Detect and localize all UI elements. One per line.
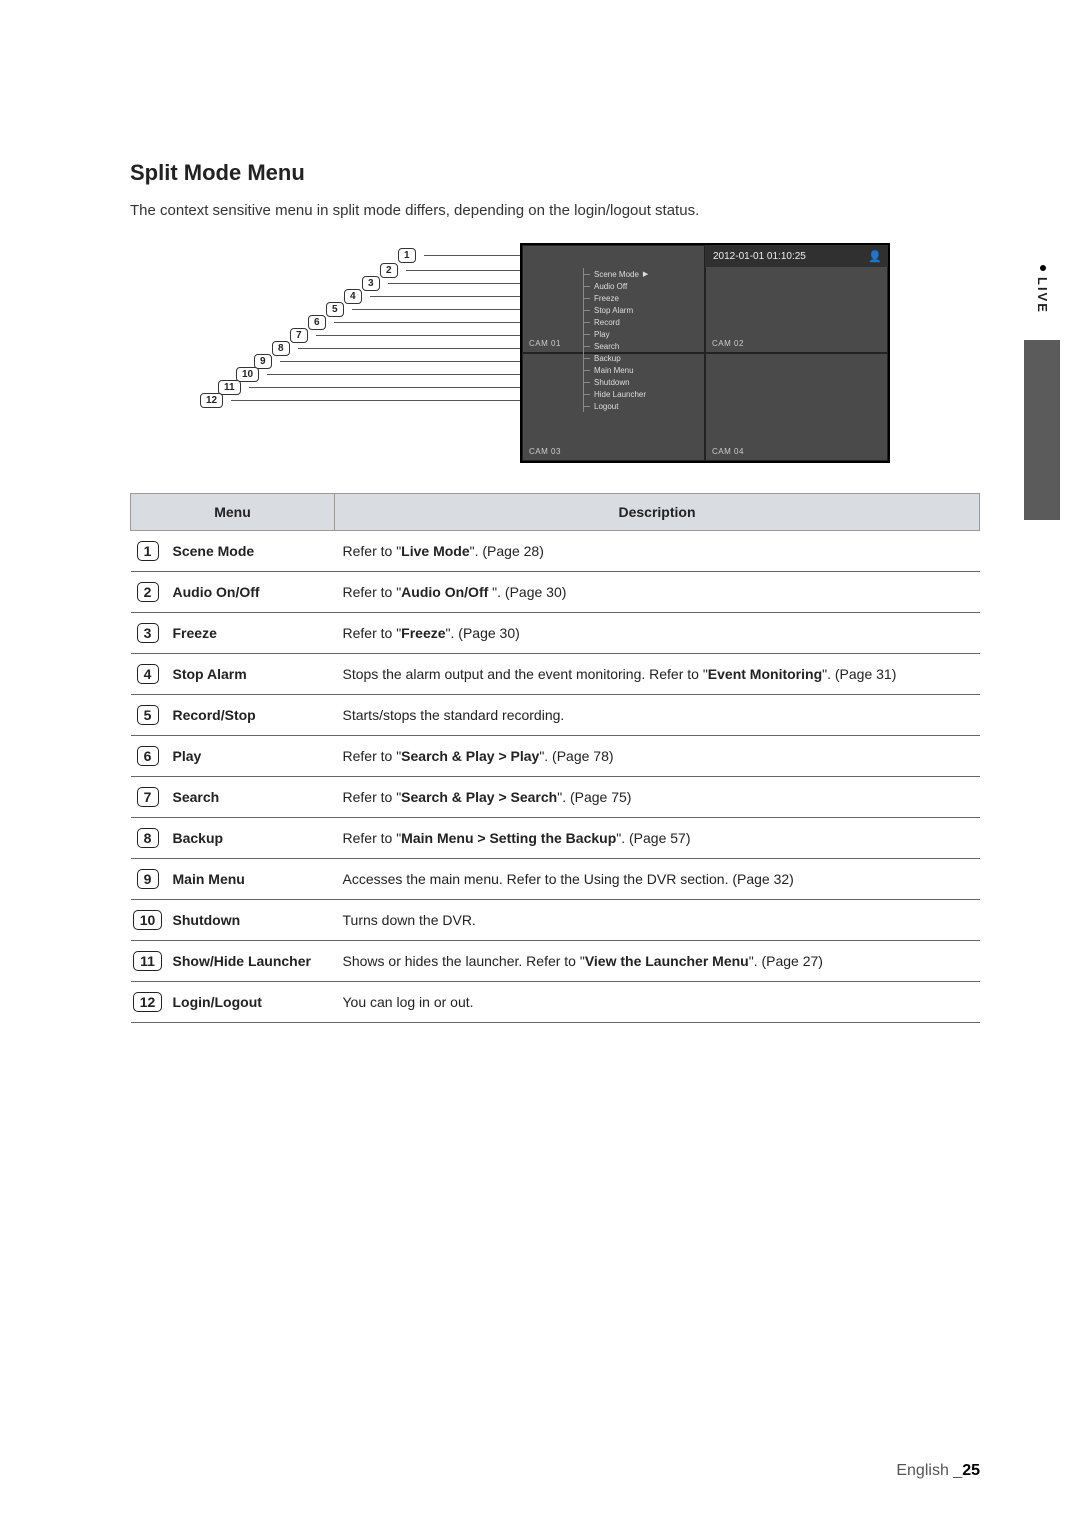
row-number-badge: 4 (137, 664, 159, 684)
table-row: 9 Main MenuAccesses the main menu. Refer … (131, 859, 980, 900)
ctx-hide-launcher: Hide Launcher (583, 388, 648, 400)
menu-description: Refer to "Search & Play > Play". (Page 7… (335, 736, 980, 777)
th-menu: Menu (131, 494, 335, 531)
row-number-badge: 5 (137, 705, 159, 725)
menu-description-table: Menu Description 1 Scene ModeRefer to "Li… (130, 493, 980, 1023)
ctx-logout: Logout (583, 400, 648, 412)
row-number-badge: 11 (133, 951, 162, 971)
footer-language: English (896, 1462, 948, 1479)
row-number-cell: 8 (131, 818, 165, 859)
menu-name: Freeze (165, 613, 335, 654)
menu-description: Stops the alarm output and the event mon… (335, 654, 980, 695)
menu-description: Turns down the DVR. (335, 900, 980, 941)
user-icon: 👤 (868, 250, 880, 262)
page-footer: English _25 (896, 1462, 980, 1480)
table-row: 8 BackupRefer to "Main Menu > Setting the… (131, 818, 980, 859)
menu-name: Shutdown (165, 900, 335, 941)
callout-area: 1 2 3 4 5 6 7 8 9 10 11 12 (220, 243, 520, 463)
table-row: 11Show/Hide LauncherShows or hides the l… (131, 941, 980, 982)
table-row: 4 Stop AlarmStops the alarm output and th… (131, 654, 980, 695)
menu-description: You can log in or out. (335, 982, 980, 1023)
section-tab-label: LIVE (1035, 277, 1050, 314)
menu-name: Show/Hide Launcher (165, 941, 335, 982)
table-row: 12Login/LogoutYou can log in or out. (131, 982, 980, 1023)
menu-description: Refer to "Search & Play > Search". (Page… (335, 777, 980, 818)
callout-1: 1 (398, 248, 416, 263)
row-number-badge: 9 (137, 869, 159, 889)
menu-description: Refer to "Main Menu > Setting the Backup… (335, 818, 980, 859)
table-row: 6 PlayRefer to "Search & Play > Play". (P… (131, 736, 980, 777)
table-row: 2 Audio On/OffRefer to "Audio On/Off ". (… (131, 572, 980, 613)
menu-description: Refer to "Freeze". (Page 30) (335, 613, 980, 654)
context-menu: Scene Mode ▶ Audio Off Freeze Stop Alarm… (583, 268, 648, 412)
row-number-cell: 9 (131, 859, 165, 900)
menu-name: Backup (165, 818, 335, 859)
table-row: 5 Record/StopStarts/stops the standard re… (131, 695, 980, 736)
menu-name: Audio On/Off (165, 572, 335, 613)
ctx-backup: Backup (583, 352, 648, 364)
row-number-cell: 4 (131, 654, 165, 695)
bullet-icon (1040, 265, 1046, 271)
menu-name: Main Menu (165, 859, 335, 900)
menu-name: Record/Stop (165, 695, 335, 736)
ctx-search: Search (583, 340, 648, 352)
row-number-badge: 7 (137, 787, 159, 807)
table-row: 3 FreezeRefer to "Freeze". (Page 30) (131, 613, 980, 654)
ctx-freeze: Freeze (583, 292, 648, 304)
page-number: 25 (962, 1462, 980, 1479)
table-row: 10ShutdownTurns down the DVR. (131, 900, 980, 941)
row-number-cell: 11 (131, 941, 165, 982)
menu-name: Search (165, 777, 335, 818)
menu-description: Starts/stops the standard recording. (335, 695, 980, 736)
row-number-cell: 2 (131, 572, 165, 613)
menu-name: Scene Mode (165, 531, 335, 572)
row-number-cell: 6 (131, 736, 165, 777)
menu-description: Shows or hides the launcher. Refer to "V… (335, 941, 980, 982)
table-row: 1 Scene ModeRefer to "Live Mode". (Page 2… (131, 531, 980, 572)
section-heading: Split Mode Menu (130, 160, 980, 186)
ctx-play: Play (583, 328, 648, 340)
menu-description: Accesses the main menu. Refer to the Usi… (335, 859, 980, 900)
row-number-badge: 12 (133, 992, 163, 1012)
row-number-badge: 3 (137, 623, 159, 643)
ctx-audio-off: Audio Off (583, 280, 648, 292)
row-number-cell: 10 (131, 900, 165, 941)
row-number-badge: 2 (137, 582, 159, 602)
ctx-main-menu: Main Menu (583, 364, 648, 376)
row-number-cell: 1 (131, 531, 165, 572)
row-number-cell: 3 (131, 613, 165, 654)
ctx-scene-mode: Scene Mode ▶ (583, 268, 648, 280)
menu-description: Refer to "Audio On/Off ". (Page 30) (335, 572, 980, 613)
ctx-record: Record (583, 316, 648, 328)
dvr-screenshot: 2012-01-01 01:10:25 👤 Scene Mode ▶ Audio… (520, 243, 890, 463)
table-row: 7 SearchRefer to "Search & Play > Search"… (131, 777, 980, 818)
callout-12: 12 (200, 393, 223, 408)
diagram: 1 2 3 4 5 6 7 8 9 10 11 12 2012-01-01 01… (130, 243, 980, 463)
datetime: 2012-01-01 01:10:25 (713, 251, 806, 262)
submenu-arrow-icon: ▶ (643, 270, 648, 278)
menu-name: Stop Alarm (165, 654, 335, 695)
ctx-stop-alarm: Stop Alarm (583, 304, 648, 316)
row-number-cell: 5 (131, 695, 165, 736)
footer-sep: _ (953, 1462, 962, 1479)
row-number-cell: 12 (131, 982, 165, 1023)
th-description: Description (335, 494, 980, 531)
cam-label-3: CAM 03 (529, 447, 561, 456)
menu-name: Play (165, 736, 335, 777)
row-number-badge: 10 (133, 910, 163, 930)
cam-label-1: CAM 01 (529, 339, 561, 348)
thumb-index-bar (1024, 340, 1060, 520)
cam-label-2: CAM 02 (712, 339, 744, 348)
row-number-badge: 8 (137, 828, 159, 848)
menu-description: Refer to "Live Mode". (Page 28) (335, 531, 980, 572)
ctx-shutdown: Shutdown (583, 376, 648, 388)
row-number-badge: 1 (137, 541, 159, 561)
date-bar: 2012-01-01 01:10:25 👤 (705, 245, 888, 267)
row-number-badge: 6 (137, 746, 159, 766)
menu-name: Login/Logout (165, 982, 335, 1023)
cam-label-4: CAM 04 (712, 447, 744, 456)
section-tab: LIVE (1035, 265, 1050, 314)
intro-text: The context sensitive menu in split mode… (130, 202, 980, 219)
row-number-cell: 7 (131, 777, 165, 818)
